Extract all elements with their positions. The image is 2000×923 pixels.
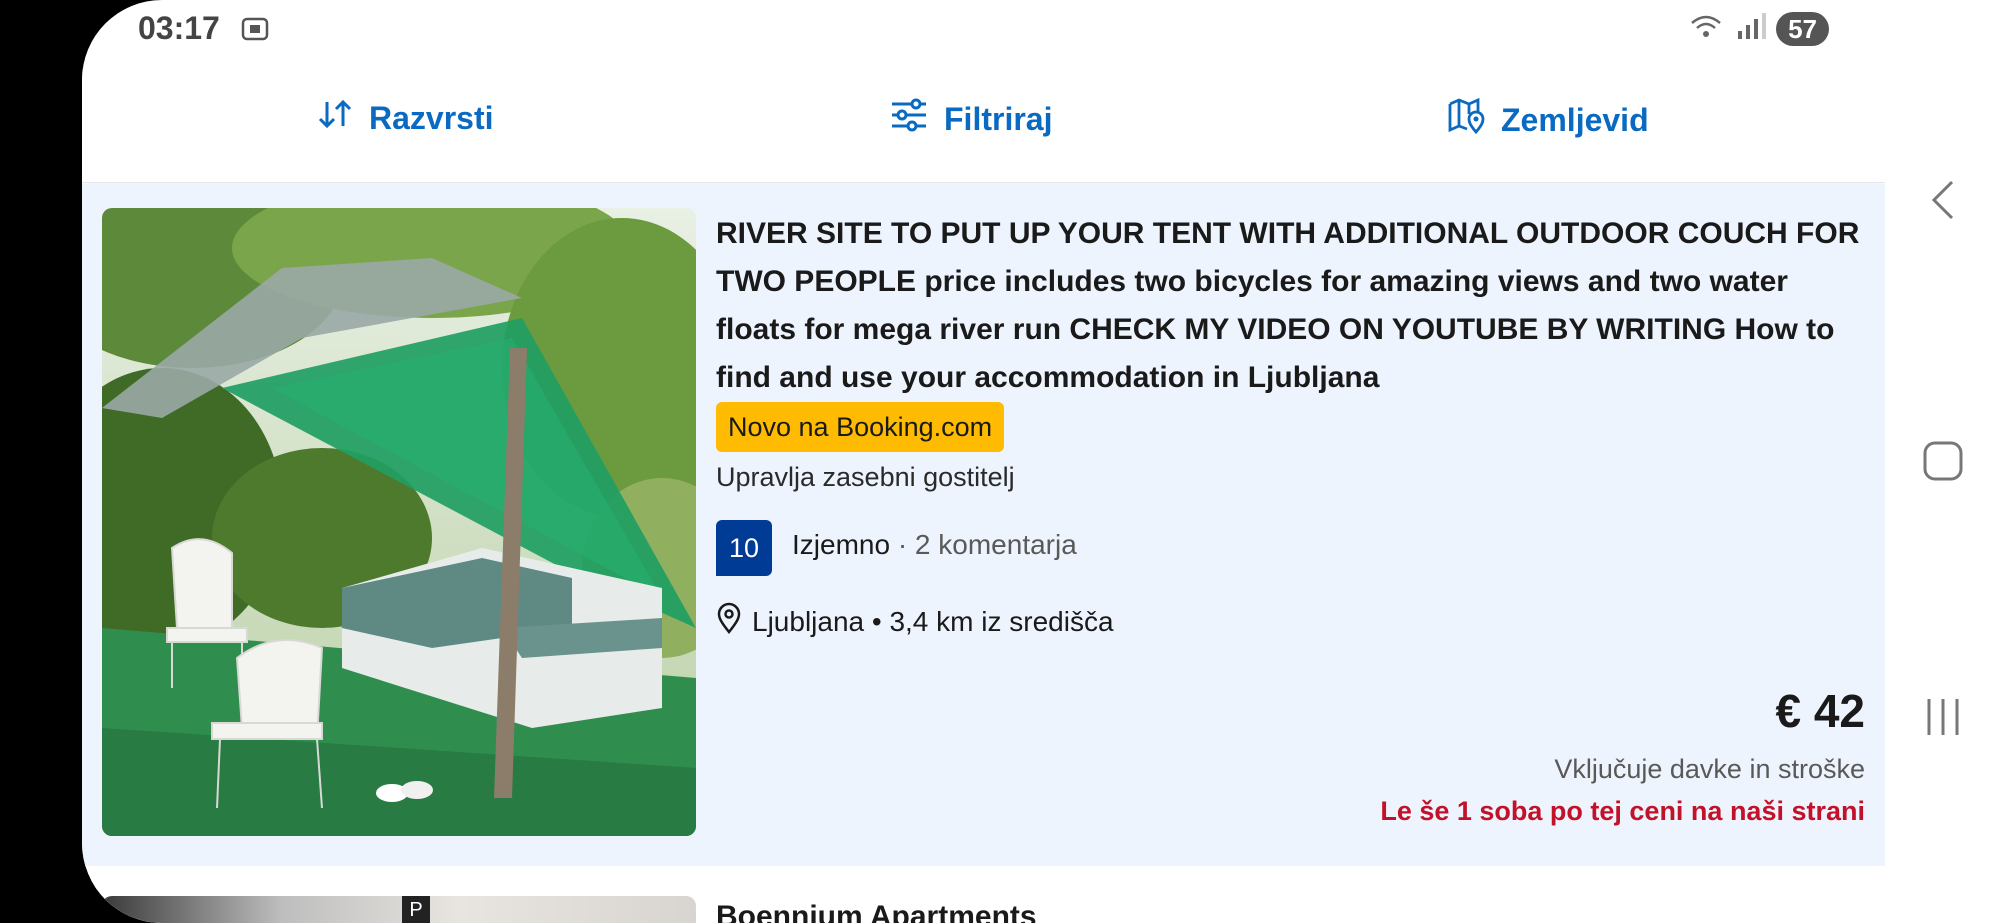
filter-label: Filtriraj bbox=[944, 100, 1053, 137]
status-icons: 57 bbox=[1690, 12, 1829, 46]
recent-apps-icon bbox=[1923, 695, 1963, 744]
home-button[interactable] bbox=[1885, 440, 2000, 487]
listing-card[interactable]: P Boennium Apartments bbox=[82, 880, 1885, 923]
availability-warning: Le še 1 soba po tej ceni na naši strani bbox=[1380, 796, 1865, 826]
status-time: 03:17 bbox=[138, 10, 220, 46]
map-button[interactable]: Zemljevid bbox=[1447, 97, 1649, 142]
listing-title[interactable]: Boennium Apartments bbox=[716, 900, 1037, 923]
phone-screen: 03:17 57 Razvrsti Filtriraj Zemljevid RI… bbox=[82, 0, 1885, 923]
location-line: Ljubljana • 3,4 km iz središča bbox=[716, 602, 1114, 641]
review-score-badge: 10 bbox=[716, 520, 772, 576]
chevron-left-icon bbox=[1928, 178, 1958, 227]
filter-sliders-icon bbox=[890, 98, 928, 140]
listing-photo[interactable]: P bbox=[102, 896, 696, 923]
results-toolbar: Razvrsti Filtriraj Zemljevid bbox=[82, 68, 1885, 183]
location-pin-icon bbox=[716, 602, 742, 641]
map-pin-icon bbox=[1447, 97, 1485, 142]
listing-photo[interactable] bbox=[102, 208, 696, 836]
tax-note: Vključuje davke in stroške bbox=[1554, 754, 1865, 784]
sort-label: Razvrsti bbox=[369, 99, 494, 136]
listing-title[interactable]: RIVER SITE TO PUT UP YOUR TENT WITH ADDI… bbox=[716, 210, 1866, 402]
host-info: Upravlja zasebni gostitelj bbox=[716, 462, 1015, 492]
price: € 42 bbox=[1775, 685, 1865, 737]
system-nav-bar bbox=[1885, 0, 2000, 923]
rating-summary: Izjemno · 2 komentarja bbox=[792, 529, 1077, 561]
back-button[interactable] bbox=[1885, 178, 2000, 227]
map-label: Zemljevid bbox=[1501, 101, 1649, 138]
screenshot-icon bbox=[240, 14, 270, 49]
sort-arrows-icon bbox=[317, 98, 353, 138]
review-count: · 2 komentarja bbox=[897, 529, 1077, 560]
new-on-booking-badge: Novo na Booking.com bbox=[716, 402, 1005, 452]
parking-sign: P bbox=[402, 896, 430, 923]
filter-button[interactable]: Filtriraj bbox=[890, 98, 1052, 140]
recent-apps-button[interactable] bbox=[1885, 695, 2000, 744]
sort-button[interactable]: Razvrsti bbox=[317, 98, 494, 138]
wifi-icon bbox=[1690, 13, 1726, 46]
signal-icon bbox=[1736, 12, 1767, 46]
home-square-icon bbox=[1922, 440, 1964, 487]
rating-word: Izjemno bbox=[792, 529, 891, 560]
battery-indicator: 57 bbox=[1776, 12, 1829, 46]
listing-card[interactable]: RIVER SITE TO PUT UP YOUR TENT WITH ADDI… bbox=[82, 184, 1885, 866]
location-text: Ljubljana • 3,4 km iz središča bbox=[752, 605, 1114, 637]
